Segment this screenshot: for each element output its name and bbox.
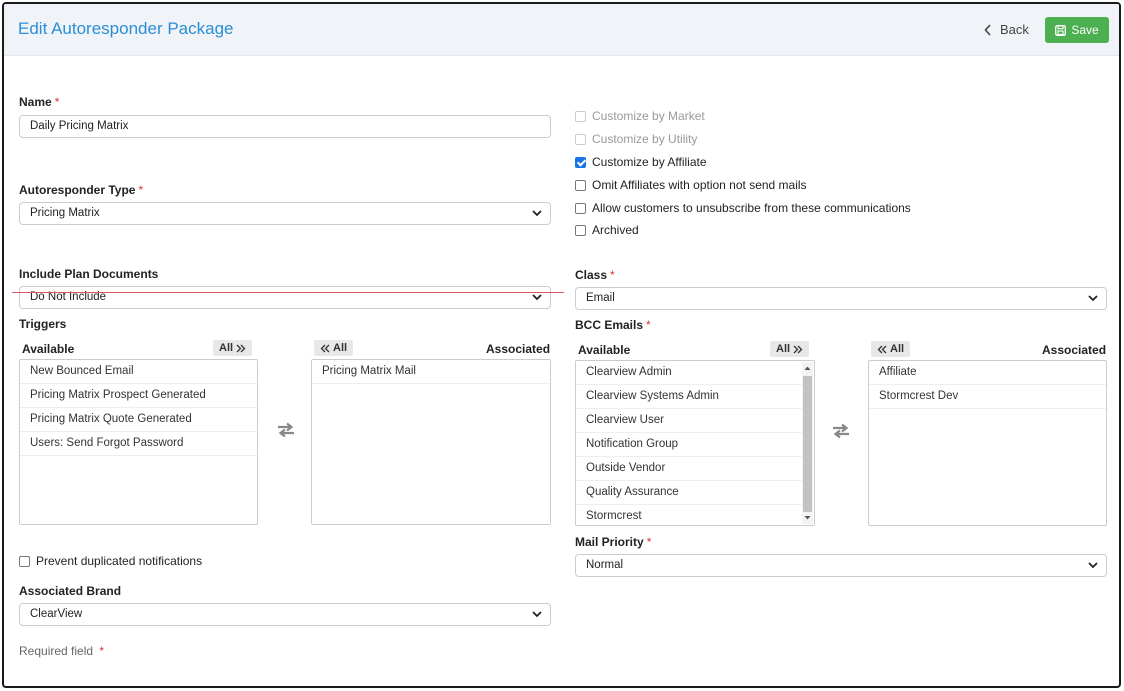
checkbox[interactable]: [575, 133, 586, 145]
type-label: Autoresponder Type *: [19, 183, 144, 197]
triggers-available-list[interactable]: New Bounced Email Pricing Matrix Prospec…: [19, 359, 258, 525]
scrollbar[interactable]: [802, 362, 813, 524]
bcc-associated-header: Associated: [1042, 343, 1107, 357]
bcc-add-all-button[interactable]: All: [770, 341, 810, 357]
list-item[interactable]: Stormcrest Dev: [869, 385, 1106, 409]
chevron-down-icon: [532, 611, 542, 618]
bcc-remove-all-button[interactable]: All: [871, 341, 911, 357]
triggers-add-all-button[interactable]: All: [213, 340, 253, 356]
scroll-down-arrow-icon[interactable]: [804, 514, 811, 521]
chevron-left-icon: [984, 23, 991, 36]
all-label: All: [776, 343, 791, 355]
checkbox[interactable]: [575, 110, 586, 122]
save-icon: [1055, 24, 1067, 36]
option-archived[interactable]: Archived: [575, 223, 639, 237]
brand-value: ClearView: [30, 608, 83, 620]
list-item[interactable]: Quality Assurance: [576, 481, 814, 505]
list-item[interactable]: Pricing Matrix Mail: [312, 360, 550, 384]
triggers-associated-list[interactable]: Pricing Matrix Mail: [311, 359, 551, 525]
bcc-available-header: Available: [578, 343, 631, 357]
double-chevron-left-icon: [320, 344, 330, 352]
plan-docs-select[interactable]: Do Not Include: [19, 286, 551, 309]
list-item[interactable]: Affiliate: [869, 361, 1106, 385]
mail-priority-select[interactable]: Normal: [575, 554, 1107, 577]
list-item[interactable]: Pricing Matrix Quote Generated: [20, 408, 257, 432]
swap-arrows-icon[interactable]: [831, 423, 851, 439]
name-label: Name *: [19, 95, 60, 109]
chevron-down-icon: [1088, 562, 1098, 569]
list-item[interactable]: Clearview User: [576, 409, 814, 433]
class-value: Email: [586, 292, 615, 304]
option-label: Allow customers to unsubscribe from thes…: [592, 201, 911, 215]
bcc-available-list[interactable]: Clearview Admin Clearview Systems Admin …: [575, 360, 815, 526]
bcc-label: BCC Emails *: [575, 318, 651, 332]
back-button[interactable]: Back: [984, 22, 1029, 37]
option-label: Prevent duplicated notifications: [36, 554, 203, 568]
list-item[interactable]: Clearview Systems Admin: [576, 385, 814, 409]
option-customize-affiliate[interactable]: Customize by Affiliate: [575, 155, 707, 169]
checkbox[interactable]: [575, 179, 586, 191]
required-field-note: Required field *: [19, 644, 104, 658]
option-label: Customize by Utility: [592, 132, 698, 146]
option-label: Customize by Market: [592, 109, 705, 123]
bcc-associated-list[interactable]: Affiliate Stormcrest Dev: [868, 360, 1107, 526]
list-item[interactable]: Outside Vendor: [576, 457, 814, 481]
checkbox-checked[interactable]: [575, 156, 586, 168]
list-item[interactable]: New Bounced Email: [20, 360, 257, 384]
chevron-down-icon: [1088, 295, 1098, 302]
header-bar: Edit Autoresponder Package Back Save: [4, 4, 1119, 56]
chevron-down-icon: [532, 210, 542, 217]
triggers-associated-header: Associated: [486, 342, 551, 356]
all-label: All: [219, 342, 234, 354]
double-chevron-left-icon: [877, 345, 887, 353]
required-note-text: Required field: [19, 644, 94, 658]
option-omit-affiliates[interactable]: Omit Affiliates with option not send mai…: [575, 178, 807, 192]
name-input[interactable]: Daily Pricing Matrix: [19, 115, 551, 138]
swap-arrows-icon[interactable]: [276, 422, 296, 438]
list-item[interactable]: Clearview Admin: [576, 361, 814, 385]
option-label: Archived: [592, 223, 639, 237]
plan-docs-label: Include Plan Documents: [19, 267, 159, 281]
scroll-up-arrow-icon[interactable]: [804, 365, 811, 372]
option-customize-market[interactable]: Customize by Market: [575, 109, 705, 123]
triggers-remove-all-button[interactable]: All: [314, 340, 354, 356]
dialog-frame: Edit Autoresponder Package Back Save Nam…: [2, 2, 1121, 688]
checkbox[interactable]: [575, 224, 586, 236]
option-allow-unsubscribe[interactable]: Allow customers to unsubscribe from thes…: [575, 201, 911, 215]
list-item[interactable]: Stormcrest: [576, 505, 814, 525]
class-label: Class *: [575, 268, 615, 282]
double-chevron-right-icon: [236, 344, 246, 352]
double-chevron-right-icon: [793, 345, 803, 353]
scrollbar-thumb[interactable]: [803, 376, 812, 512]
type-select[interactable]: Pricing Matrix: [19, 202, 551, 225]
class-select[interactable]: Email: [575, 287, 1107, 310]
option-customize-utility[interactable]: Customize by Utility: [575, 132, 697, 146]
save-button[interactable]: Save: [1045, 17, 1109, 43]
back-label: Back: [1000, 22, 1029, 37]
required-star: *: [99, 644, 105, 658]
triggers-available-header: Available: [22, 342, 75, 356]
save-label: Save: [1071, 23, 1099, 37]
option-label: Omit Affiliates with option not send mai…: [592, 178, 807, 192]
red-annotation-line: [12, 292, 564, 293]
type-select-value: Pricing Matrix: [30, 207, 100, 219]
all-label: All: [333, 342, 348, 354]
list-item[interactable]: Users: Send Forgot Password: [20, 432, 257, 456]
list-item[interactable]: Pricing Matrix Prospect Generated: [20, 384, 257, 408]
all-label: All: [890, 343, 905, 355]
triggers-label: Triggers: [19, 317, 67, 331]
prevent-duplicates-option[interactable]: Prevent duplicated notifications: [19, 554, 202, 568]
page-title: Edit Autoresponder Package: [18, 19, 234, 38]
checkbox[interactable]: [575, 202, 586, 214]
brand-select[interactable]: ClearView: [19, 603, 551, 626]
mail-priority-label: Mail Priority *: [575, 535, 652, 549]
mail-priority-value: Normal: [586, 559, 624, 571]
option-label: Customize by Affiliate: [592, 155, 707, 169]
list-item[interactable]: Notification Group: [576, 433, 814, 457]
checkbox[interactable]: [19, 555, 30, 567]
brand-label: Associated Brand: [19, 584, 122, 598]
